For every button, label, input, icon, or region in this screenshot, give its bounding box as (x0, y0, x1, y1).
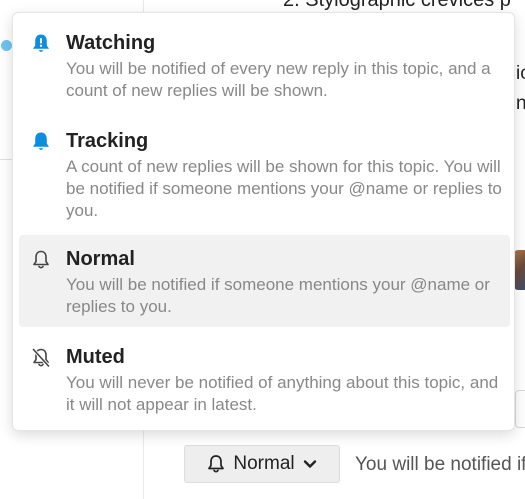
option-title: Normal (66, 248, 135, 270)
option-normal[interactable]: Normal You will be notified if someone m… (19, 235, 510, 327)
option-title: Watching (66, 32, 156, 54)
option-muted[interactable]: Muted You will never be notified of anyt… (19, 345, 510, 425)
notification-level-button[interactable]: Normal (184, 445, 340, 483)
notification-level-menu: Watching You will be notified of every n… (12, 12, 515, 431)
bell-outline-icon (31, 249, 51, 273)
post-text-fragment: n (516, 93, 525, 114)
post-heading: 2. Stylographic crevices p (283, 0, 511, 11)
notification-level-label: Normal (233, 453, 295, 474)
bell-filled-icon (31, 131, 51, 155)
post-embed-box (515, 390, 525, 428)
timeline-divider (0, 159, 12, 160)
option-description: You will be notified of every new reply … (66, 59, 491, 100)
option-title: Muted (66, 346, 125, 368)
option-watching[interactable]: Watching You will be notified of every n… (19, 31, 510, 109)
bell-exclamation-icon (31, 33, 51, 57)
chevron-down-icon (303, 459, 317, 469)
option-description: You will never be notified of anything a… (66, 373, 499, 414)
notification-reason-text: You will be notified if (355, 454, 525, 475)
option-tracking[interactable]: Tracking A count of new replies will be … (19, 129, 510, 227)
option-description: You will be notified if someone mentions… (66, 275, 490, 316)
unread-indicator-dot (1, 40, 12, 51)
post-text-fragment: ic (516, 63, 525, 84)
bell-outline-icon (207, 454, 225, 474)
bell-slash-icon (31, 347, 51, 371)
option-title: Tracking (66, 130, 149, 152)
option-description: A count of new replies will be shown for… (66, 157, 502, 220)
post-image-thumbnail (514, 250, 525, 290)
